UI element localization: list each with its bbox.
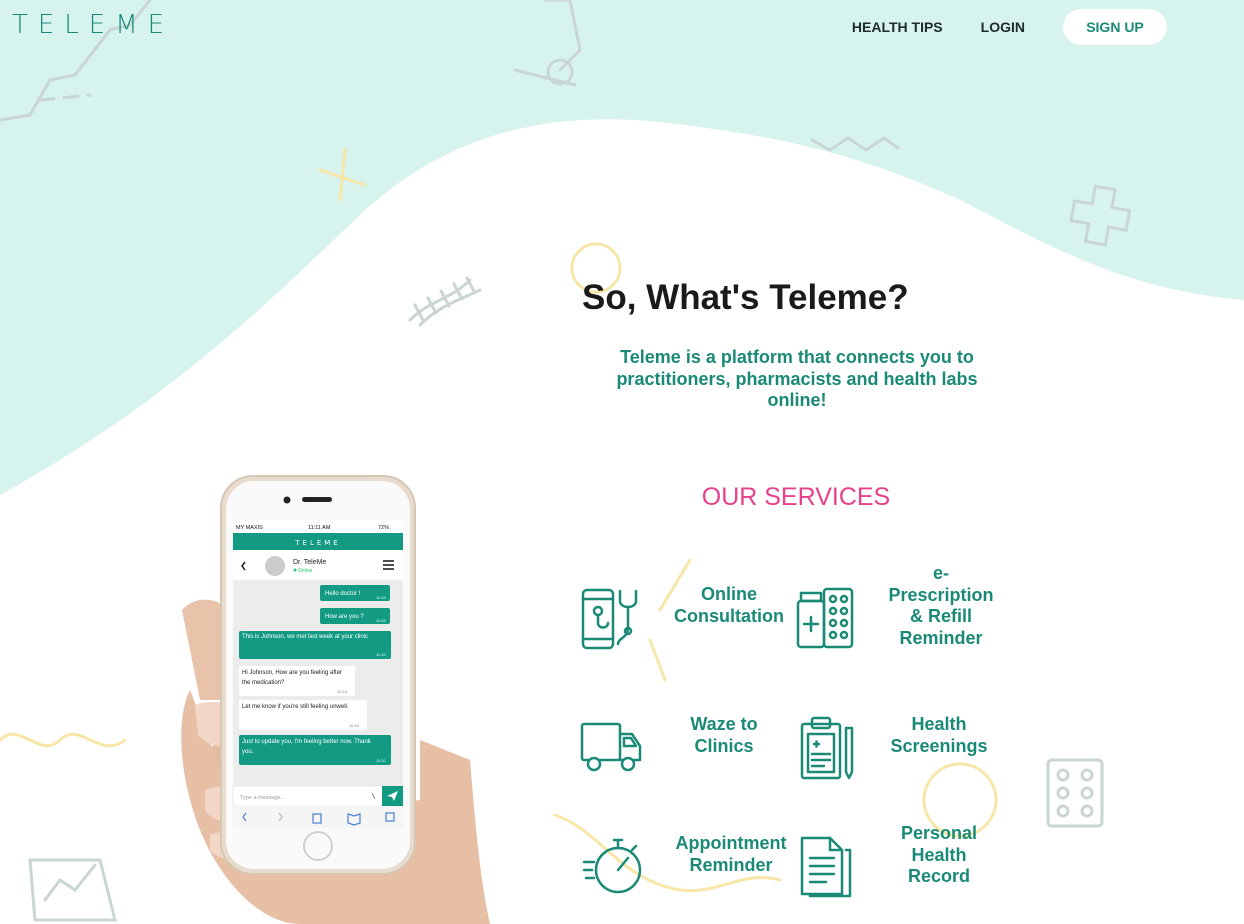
message-time: 11:14: [349, 723, 359, 728]
status-carrier: MY MAXIS: [236, 525, 263, 531]
message-text: Let me know if you're still feeling unwe…: [242, 704, 349, 710]
message-input[interactable]: Type a message...: [240, 795, 285, 801]
app-title: TELEME: [294, 539, 340, 547]
service-label-personal-health-record[interactable]: Personal Health Record: [889, 823, 989, 888]
signup-button[interactable]: SIGN UP: [1063, 9, 1167, 45]
message-text: Hi Johnson, How are you feeling after th…: [242, 670, 343, 686]
service-label-e-prescription[interactable]: e-Prescription & Refill Reminder: [881, 563, 1001, 649]
message-text: Hello doctor !: [325, 591, 361, 597]
status-time: 11:11 AM: [308, 525, 331, 531]
pill-bottle-icon: [796, 587, 854, 649]
message-text: How are you ?: [325, 614, 364, 620]
status-battery: 72%: [378, 525, 389, 531]
top-nav: HEALTH TIPS LOGIN SIGN UP: [814, 9, 1167, 45]
document-icon: [800, 836, 852, 898]
message-time: 11:13: [337, 689, 347, 694]
phone-stethoscope-icon: [581, 588, 638, 650]
logo[interactable]: TELEME: [12, 10, 174, 40]
message-text: This is Johnson, we met last week at you…: [242, 634, 369, 640]
page-title: So, What's Teleme?: [582, 278, 909, 317]
message-time: 11:09: [376, 618, 386, 623]
service-label-health-screenings[interactable]: Health Screenings: [883, 714, 995, 757]
message-text: Just to update you, I'm feeling better n…: [242, 739, 371, 755]
service-label-waze[interactable]: Waze to Clinics: [678, 714, 770, 757]
service-label-online-consultation[interactable]: Online Consultation: [668, 584, 790, 627]
contact-name: Dr. TeleMe: [293, 559, 326, 566]
hero-tagline: Teleme is a platform that connects you t…: [616, 347, 978, 410]
truck-icon: [580, 722, 642, 772]
message-time: 11:09: [376, 595, 386, 600]
clipboard-icon: [800, 716, 854, 780]
nav-health-tips[interactable]: HEALTH TIPS: [852, 19, 943, 35]
message-time: 11:10: [376, 652, 386, 657]
services-title: OUR SERVICES: [701, 483, 891, 511]
doctor-avatar: [265, 556, 285, 576]
message-time: 11:20: [376, 758, 386, 763]
nav-login[interactable]: LOGIN: [981, 19, 1025, 35]
contact-status: Online: [298, 568, 313, 574]
stopwatch-icon: [582, 838, 642, 894]
service-label-appointment[interactable]: Appointment Reminder: [668, 833, 794, 876]
